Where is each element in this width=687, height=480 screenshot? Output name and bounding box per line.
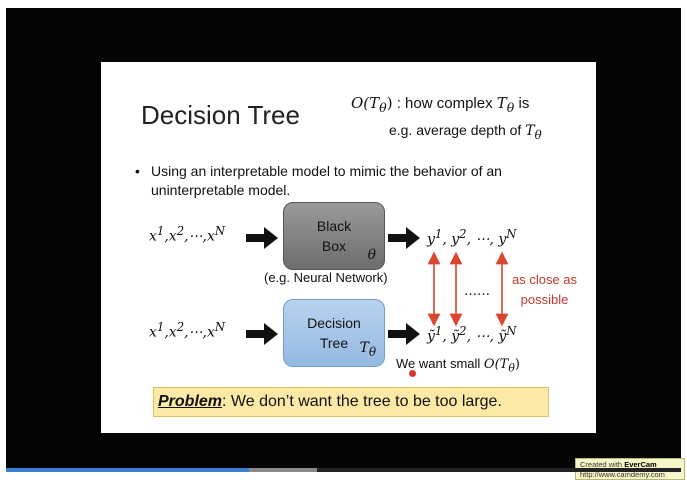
arrow-diagram <box>246 227 509 345</box>
progress-played <box>6 468 249 472</box>
progress-buffered <box>249 468 317 472</box>
right-arrow-icon <box>246 323 278 345</box>
right-arrow-icon <box>388 227 420 249</box>
video-progress-bar[interactable] <box>6 468 681 472</box>
presentation-slide: Decision Tree O(Tθ) : how complex Tθ is … <box>101 62 685 480</box>
right-arrow-icon <box>388 323 420 345</box>
video-frame: Decision Tree O(Tθ) : how complex Tθ is … <box>6 8 685 480</box>
right-arrow-icon <box>246 227 278 249</box>
pointer-dot-icon <box>409 370 416 377</box>
